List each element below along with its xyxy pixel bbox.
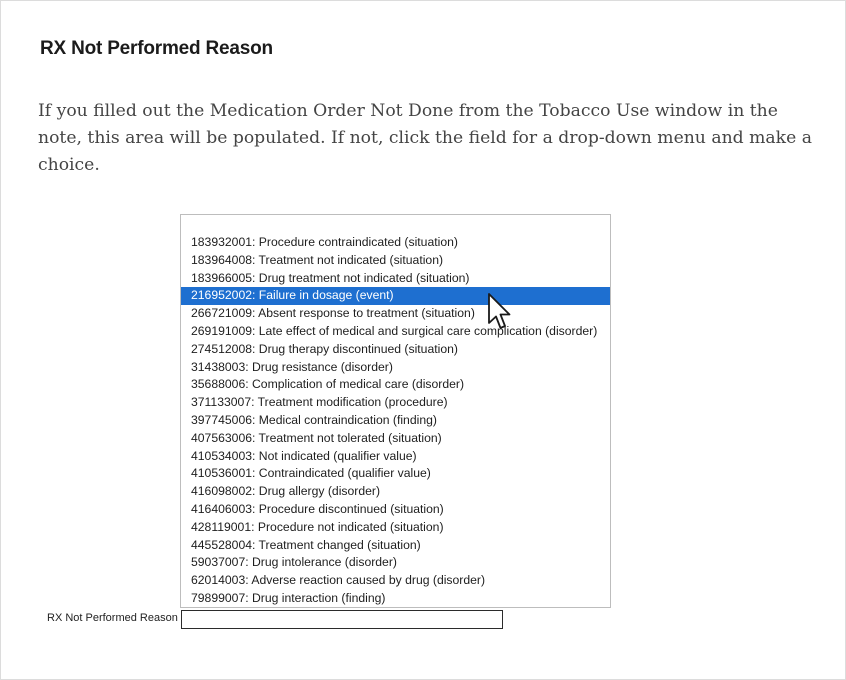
dropdown-option[interactable]: 397745006: Medical contraindication (fin… (181, 412, 610, 430)
dropdown-option[interactable]: 59037007: Drug intolerance (disorder) (181, 554, 610, 572)
dropdown-option[interactable]: 35688006: Complication of medical care (… (181, 376, 610, 394)
dropdown-option[interactable]: 79899007: Drug interaction (finding) (181, 590, 610, 608)
dropdown-option[interactable]: 416098002: Drug allergy (disorder) (181, 483, 610, 501)
dropdown-option[interactable]: 410536001: Contraindicated (qualifier va… (181, 465, 610, 483)
reason-dropdown-list[interactable]: 183932001: Procedure contraindicated (si… (180, 214, 611, 608)
mouse-pointer-icon (488, 293, 511, 329)
dropdown-option[interactable]: 183932001: Procedure contraindicated (si… (181, 234, 610, 252)
dropdown-option[interactable]: 416406003: Procedure discontinued (situa… (181, 501, 610, 519)
dropdown-option[interactable]: 269191009: Late effect of medical and su… (181, 323, 610, 341)
rx-not-performed-field[interactable] (181, 610, 503, 629)
page-title: RX Not Performed Reason (40, 38, 273, 59)
dropdown-option[interactable]: 274512008: Drug therapy discontinued (si… (181, 341, 610, 359)
dropdown-option[interactable]: 62014003: Adverse reaction caused by dru… (181, 572, 610, 590)
dropdown-option[interactable]: 183964008: Treatment not indicated (situ… (181, 252, 610, 270)
dropdown-option[interactable]: 407563006: Treatment not tolerated (situ… (181, 430, 610, 448)
dropdown-option[interactable]: 31438003: Drug resistance (disorder) (181, 359, 610, 377)
instruction-paragraph: If you filled out the Medication Order N… (38, 101, 812, 175)
dropdown-option[interactable]: 371133007: Treatment modification (proce… (181, 394, 610, 412)
dropdown-option[interactable]: 183966005: Drug treatment not indicated … (181, 270, 610, 288)
dropdown-option[interactable]: 266721009: Absent response to treatment … (181, 305, 610, 323)
dropdown-option[interactable]: 410534003: Not indicated (qualifier valu… (181, 448, 610, 466)
dropdown-option[interactable]: 428119001: Procedure not indicated (situ… (181, 519, 610, 537)
dropdown-option[interactable]: 216952002: Failure in dosage (event) (181, 287, 610, 306)
dropdown-options: 183932001: Procedure contraindicated (si… (181, 234, 610, 608)
dropdown-option[interactable]: 445528004: Treatment changed (situation) (181, 537, 610, 555)
rx-not-performed-label: RX Not Performed Reason (47, 612, 178, 624)
